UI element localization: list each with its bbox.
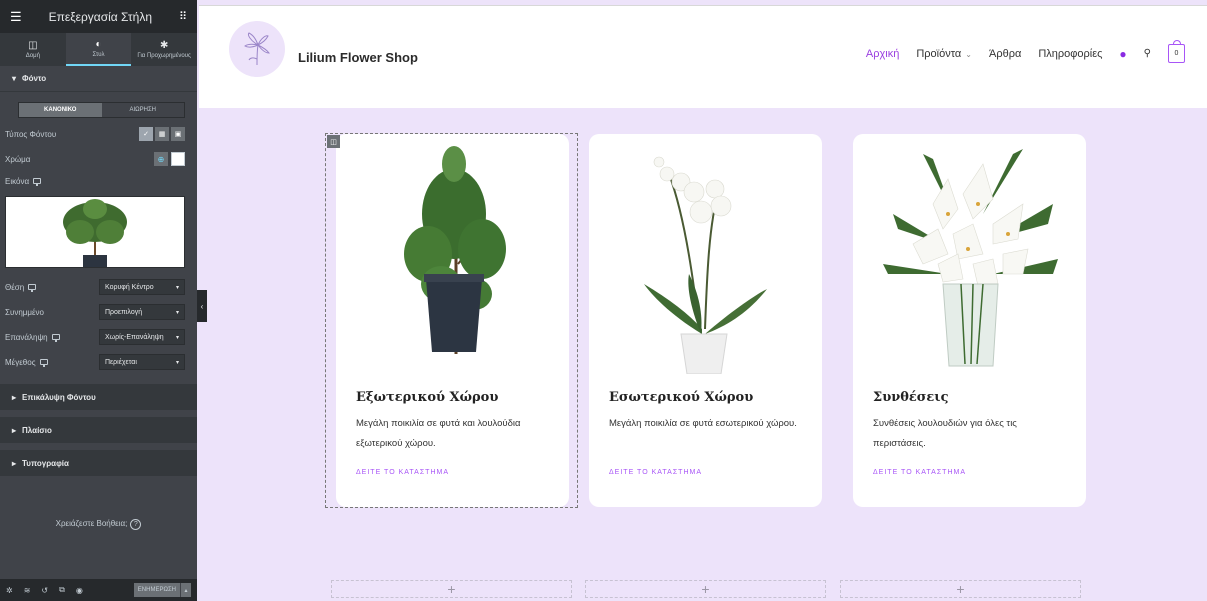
- outdoor-plant-image: [336, 134, 569, 374]
- responsive-icon[interactable]: ⧉: [59, 585, 65, 595]
- attachment-select[interactable]: Προεπιλογή ▾: [99, 304, 185, 320]
- card-shop-link[interactable]: ΔΕΙΤΕ ΤΟ ΚΑΤΑΣΤΗΜΑ: [873, 469, 966, 476]
- tab-advanced[interactable]: ✱ Για Προχωρημένους: [131, 33, 197, 66]
- user-account-icon[interactable]: ●: [1119, 47, 1126, 61]
- caret-down-icon: ▾: [12, 74, 17, 83]
- question-icon: ?: [130, 519, 142, 530]
- size-select[interactable]: Περιέχεται ▾: [99, 354, 185, 370]
- section-typography[interactable]: ▸ Τυπογραφία: [0, 450, 197, 476]
- hamburger-menu-icon[interactable]: ☰: [10, 9, 22, 25]
- site-logo[interactable]: [229, 21, 285, 77]
- category-card: Συνθέσεις Συνθέσεις λουλουδιών για όλες …: [853, 134, 1086, 507]
- history-icon[interactable]: ↺: [41, 586, 48, 595]
- image-preview[interactable]: [5, 196, 185, 268]
- section-border[interactable]: ▸ Πλαίσιο: [0, 417, 197, 443]
- card-description: Μεγάλη ποικιλία σε φυτά και λουλούδια εξ…: [356, 418, 521, 449]
- state-normal-tab[interactable]: ΚΑΝΟΝΙΚΟ: [19, 103, 102, 117]
- layers-icon[interactable]: ≋: [24, 586, 31, 595]
- repeat-control: Επανάληψη Χωρίς-Επανάληψη ▾: [0, 327, 197, 347]
- settings-icon[interactable]: ✲: [6, 586, 13, 595]
- search-icon[interactable]: ⚲: [1144, 48, 1151, 59]
- card-shop-link[interactable]: ΔΕΙΤΕ ΤΟ ΚΑΤΑΣΤΗΜΑ: [609, 469, 702, 476]
- editor-panel: ☰ Επεξεργασία Στήλη ⠿ ◫ Δομή ◐ Στυλ ✱ Γι…: [0, 0, 197, 601]
- state-hover-tab[interactable]: ΑΙΩΡΗΣΗ: [102, 103, 185, 117]
- card-title: Συνθέσεις: [873, 390, 949, 405]
- panel-collapse-chevron-icon[interactable]: ‹: [197, 290, 207, 322]
- card-shop-link[interactable]: ΔΕΙΤΕ ΤΟ ΚΑΤΑΣΤΗΜΑ: [356, 469, 449, 476]
- card-description: Συνθέσεις λουλουδιών για όλες τις περιστ…: [873, 418, 1017, 449]
- nav-item-home[interactable]: Αρχική: [866, 48, 899, 60]
- section-background-overlay[interactable]: ▸ Επικάλυψη Φόντου: [0, 384, 197, 410]
- need-help-link[interactable]: Χρειάζεστε Βοήθεια;?: [0, 519, 197, 530]
- column-edit-handle-icon[interactable]: ◫: [327, 135, 340, 148]
- nav-item-info[interactable]: Πληροφορίες: [1038, 48, 1102, 60]
- monitor-icon[interactable]: [33, 178, 42, 186]
- repeat-select[interactable]: Χωρίς-Επανάληψη ▾: [99, 329, 185, 345]
- color-swatch[interactable]: [171, 152, 185, 166]
- contrast-icon: ◐: [95, 39, 102, 50]
- widgets-grid-icon[interactable]: ⠿: [179, 10, 187, 23]
- add-widget-button[interactable]: +: [585, 580, 826, 598]
- attachment-control: Συνημμένο Προεπιλογή ▾: [0, 302, 197, 322]
- tab-layout[interactable]: ◫ Δομή: [0, 33, 66, 66]
- cart-icon[interactable]: 0: [1168, 40, 1185, 63]
- add-widget-button[interactable]: +: [331, 580, 572, 598]
- card-description: Μεγάλη ποικιλία σε φυτά εσωτερικού χώρου…: [609, 418, 797, 429]
- nav-item-articles[interactable]: Άρθρα: [989, 48, 1021, 60]
- panel-footer: ✲ ≋ ↺ ⧉ ◉ ΕΝΗΜΕΡΩΣΗ ▴: [0, 579, 197, 601]
- monitor-icon[interactable]: [39, 359, 48, 367]
- main-nav: Αρχική Προϊόντα ⌄ Άρθρα Πληροφορίες ● ⚲ 0: [866, 40, 1185, 63]
- chevron-down-icon: ⌄: [965, 49, 972, 59]
- panel-tabs: ◫ Δομή ◐ Στυλ ✱ Για Προχωρημένους: [0, 33, 197, 66]
- update-options-caret-icon[interactable]: ▴: [180, 583, 191, 597]
- lily-bouquet-image: [853, 134, 1086, 374]
- color-control: Χρώμα ⊕: [0, 149, 197, 169]
- brush-icon[interactable]: ✓: [139, 127, 153, 141]
- plant-thumbnail: [63, 199, 127, 267]
- image-control: Εικόνα: [0, 171, 197, 191]
- caret-right-icon: ▸: [12, 425, 17, 435]
- category-card: Εσωτερικού Χώρου Μεγάλη ποικιλία σε φυτά…: [589, 134, 822, 507]
- monitor-icon[interactable]: [51, 334, 60, 342]
- add-widget-button[interactable]: +: [840, 580, 1081, 598]
- monitor-icon[interactable]: [28, 284, 37, 292]
- panel-header: ☰ Επεξεργασία Στήλη ⠿: [0, 0, 197, 33]
- nav-item-products[interactable]: Προϊόντα ⌄: [916, 48, 972, 60]
- category-card: Εξωτερικού Χώρου Μεγάλη ποικιλία σε φυτά…: [336, 134, 569, 507]
- state-toggle: ΚΑΝΟΝΙΚΟ ΑΙΩΡΗΣΗ: [18, 102, 185, 118]
- tab-style[interactable]: ◐ Στυλ: [65, 33, 132, 66]
- size-control: Μέγεθος Περιέχεται ▾: [0, 352, 197, 372]
- preview-eye-icon[interactable]: ◉: [76, 586, 83, 595]
- caret-right-icon: ▸: [12, 458, 17, 468]
- site-header: Lilium Flower Shop Αρχική Προϊόντα ⌄ Άρθρ…: [199, 5, 1207, 108]
- gradient-icon[interactable]: ▦: [155, 127, 169, 141]
- gear-icon: ✱: [159, 40, 169, 51]
- lily-logo-icon: [244, 32, 270, 66]
- position-select[interactable]: Κορυφή Κέντρο ▾: [99, 279, 185, 295]
- card-title: Εσωτερικού Χώρου: [609, 390, 754, 405]
- globe-icon[interactable]: ⊕: [154, 152, 168, 166]
- panel-title: Επεξεργασία Στήλη: [48, 9, 152, 24]
- position-control: Θέση Κορυφή Κέντρο ▾: [0, 277, 197, 297]
- slideshow-icon[interactable]: ▣: [171, 127, 185, 141]
- update-button[interactable]: ΕΝΗΜΕΡΩΣΗ: [133, 583, 180, 597]
- caret-right-icon: ▸: [12, 392, 17, 402]
- indoor-orchid-image: [589, 134, 822, 374]
- site-title[interactable]: Lilium Flower Shop: [298, 50, 418, 65]
- card-title: Εξωτερικού Χώρου: [356, 390, 499, 405]
- background-type-control: Τύπος Φόντου ✓ ▦ ▣: [0, 124, 197, 144]
- layout-icon: ◫: [28, 40, 38, 51]
- section-background[interactable]: ▾ Φόντο: [0, 66, 197, 92]
